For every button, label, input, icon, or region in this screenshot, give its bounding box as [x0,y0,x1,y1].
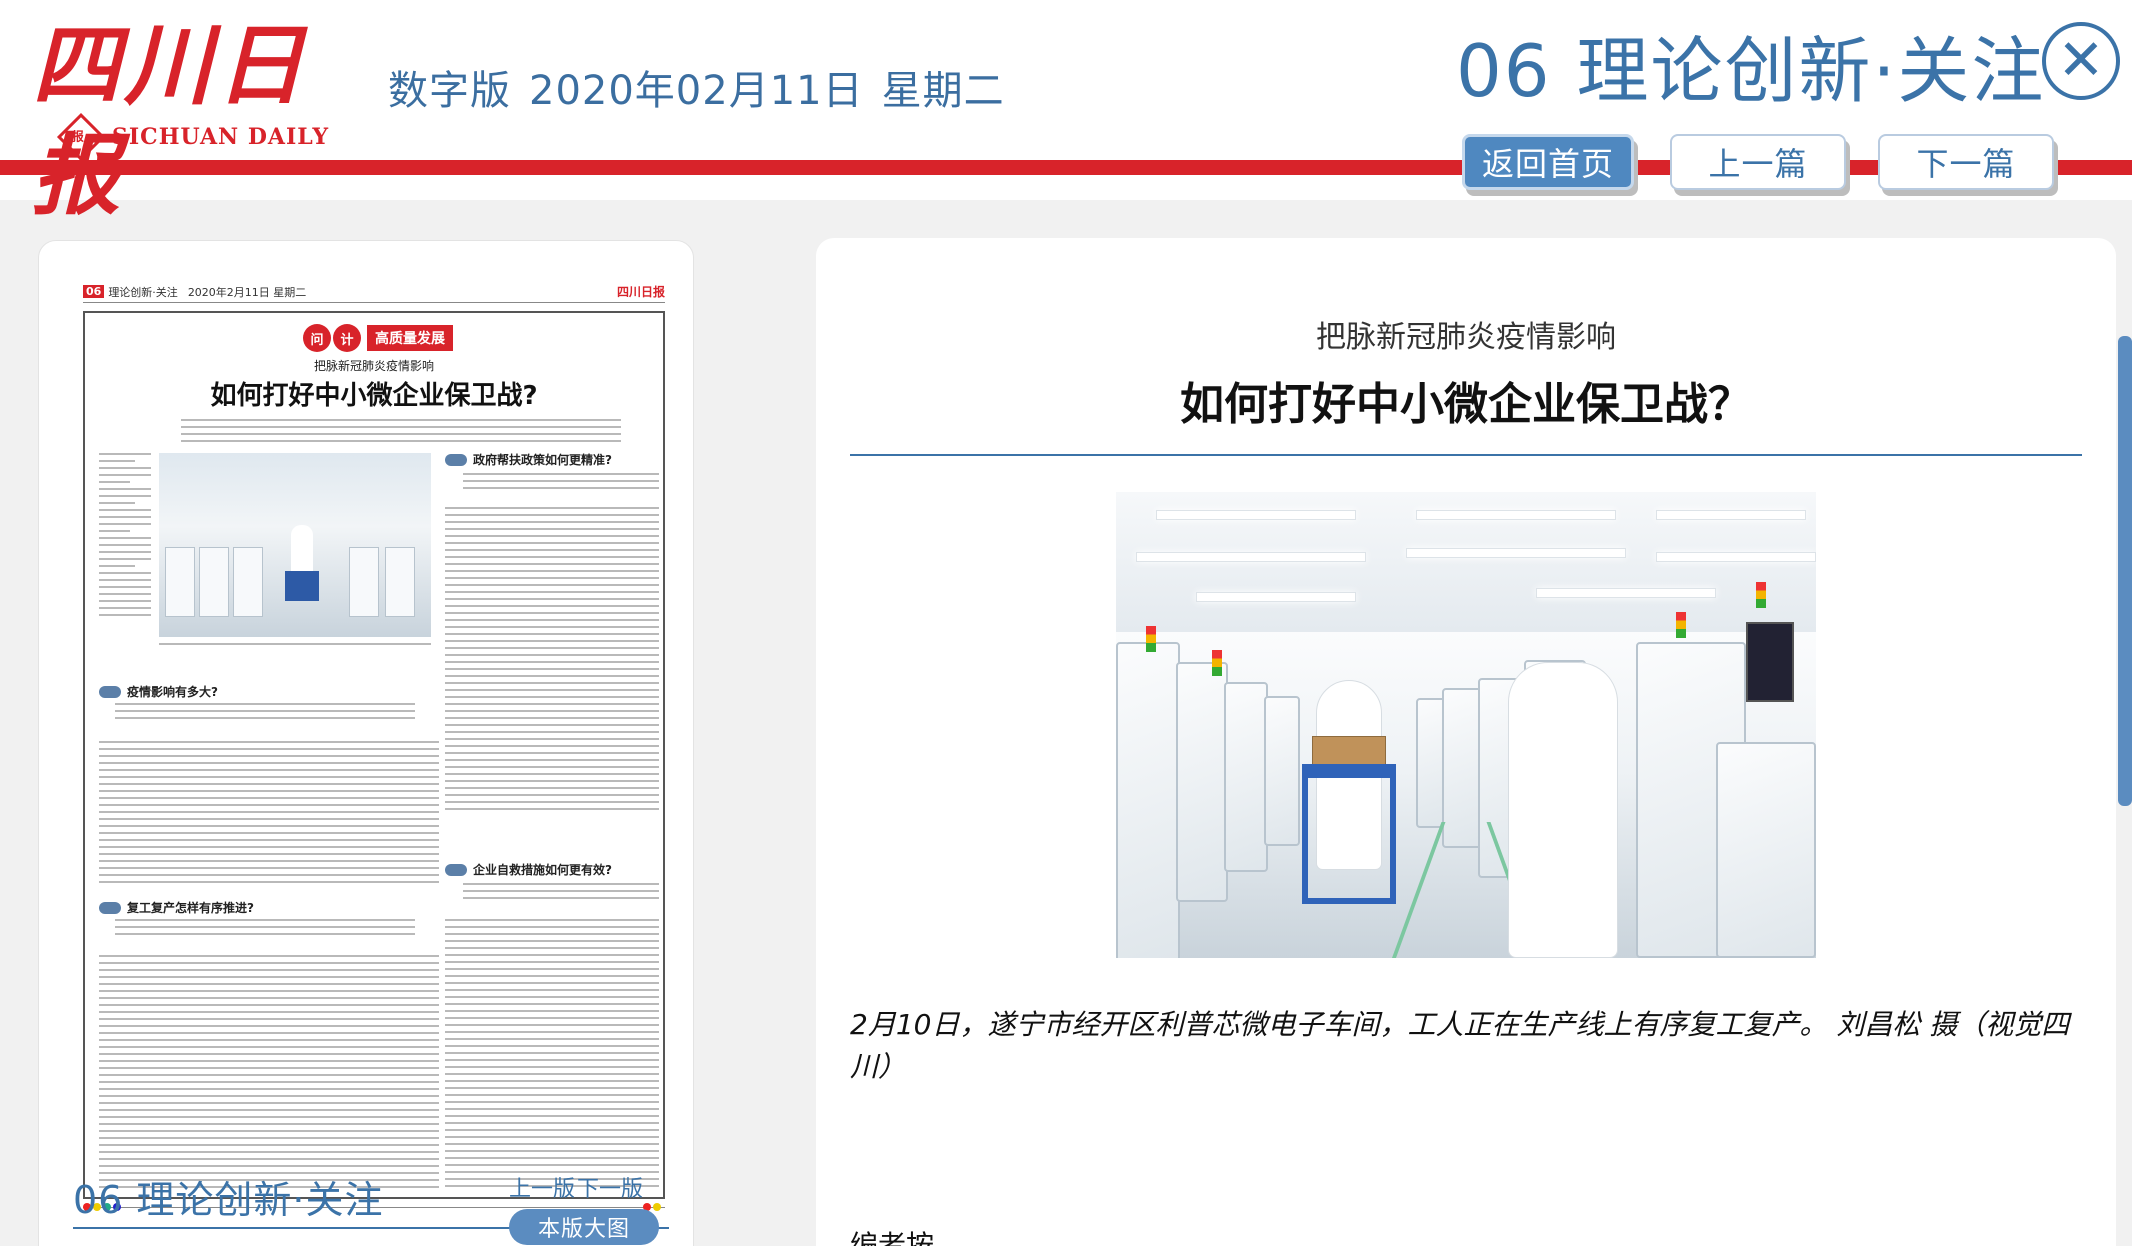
logo-english-text: SICHUAN DAILY [112,124,330,150]
edition-date: 2020年02月11日 [529,68,864,114]
full-page-image-button[interactable]: 本版大图 [509,1209,659,1245]
prev-article-button[interactable]: 上一篇 [1670,134,1846,190]
thumb-bullet-text [463,473,659,499]
thumb-photo [159,453,431,637]
prev-page-link[interactable]: 上一版 [509,1171,575,1203]
next-page-link[interactable]: 下一版 [577,1171,643,1203]
headline-divider [850,454,2082,456]
thumb-banner: 问 计 高质量发展 [303,323,453,353]
thumb-kicker: 把脉新冠肺炎疫情影响 [313,359,434,373]
page-heading: 06 理论创新·关注 [1456,29,2046,113]
newspaper-page-thumbnail[interactable]: 06 理论创新·关注 2020年2月11日 星期二 四川日报 问 计 高质量发展… [83,281,665,1246]
thumb-subhead: 疫情影响有多大? [99,683,218,700]
thumb-subhead: 复工复产怎样有序推进? [99,899,254,916]
thumb-title: 如何打好中小微企业保卫战? [210,381,538,411]
edition-info: 数字版 2020年02月11日 星期二 [388,58,1023,116]
page-navigation: 上一版 下一版 [509,1171,645,1203]
logo-mark-icon: 报 [56,112,106,162]
article-photo [1116,492,1816,958]
thumb-page-name: 理论创新·关注 [108,285,178,299]
photo-caption: 2月10日，遂宁市经开区利普芯微电子车间，工人正在生产线上有序复工复产。 刘昌松… [850,1008,2070,1083]
thumb-banner-text: 高质量发展 [367,325,453,351]
editor-note-heading: 编者按 [850,1229,935,1246]
thumb-column-text [99,955,439,1191]
thumb-banner-char: 问 [303,324,331,352]
sichuan-daily-logo[interactable]: 四川日报 报 SICHUAN DAILY [32,10,332,227]
scrollbar[interactable] [2118,336,2132,806]
thumb-column-text [99,741,439,891]
thumb-logo: 四川日报 [616,285,665,299]
logo-english-row: 报 SICHUAN DAILY [56,112,330,162]
thumb-intro-text [181,419,621,449]
edition-label: 数字版 [388,68,511,114]
thumb-bullet-text [115,703,415,729]
site-header: 四川日报 报 SICHUAN DAILY 数字版 2020年02月11日 星期二 0… [0,0,2132,227]
thumb-header: 06 理论创新·关注 2020年2月11日 星期二 四川日报 [83,281,665,303]
home-button[interactable]: 返回首页 [1462,134,1634,190]
page-thumbnail-panel: 06 理论创新·关注 2020年2月11日 星期二 四川日报 问 计 高质量发展… [38,240,694,1246]
thumb-expert-list [99,453,151,633]
thumb-page-frame: 问 计 高质量发展 把脉新冠肺炎疫情影响 如何打好中小微企业保卫战? 政府帮扶政… [83,311,665,1199]
close-button[interactable]: ✕ [2042,22,2120,100]
thumb-subhead: 企业自救措施如何更有效? [445,861,612,878]
article-headline: 如何打好中小微企业保卫战？ [1180,379,1752,430]
thumb-subhead: 政府帮扶政策如何更精准? [445,451,612,468]
thumb-column-text [445,507,659,817]
next-article-button[interactable]: 下一篇 [1878,134,2054,190]
thumb-banner-char: 计 [333,324,361,352]
thumb-page-number: 06 [83,285,105,298]
page-section-title: 06 理论创新·关注 [73,1178,384,1222]
thumb-date: 2020年2月11日 星期二 [187,285,307,299]
thumb-bullet-text [115,919,415,945]
close-icon: ✕ [2057,28,2105,93]
edition-weekday: 星期二 [881,68,1005,114]
thumb-bullet-text [463,883,659,909]
thumb-photo-caption [159,643,431,663]
article-kicker: 把脉新冠肺炎疫情影响 [1316,320,1616,355]
thumb-column-text [445,919,659,1191]
article-panel: 把脉新冠肺炎疫情影响 如何打好中小微企业保卫战？ 2月10日，遂宁市经开区利普芯… [816,238,2116,1246]
